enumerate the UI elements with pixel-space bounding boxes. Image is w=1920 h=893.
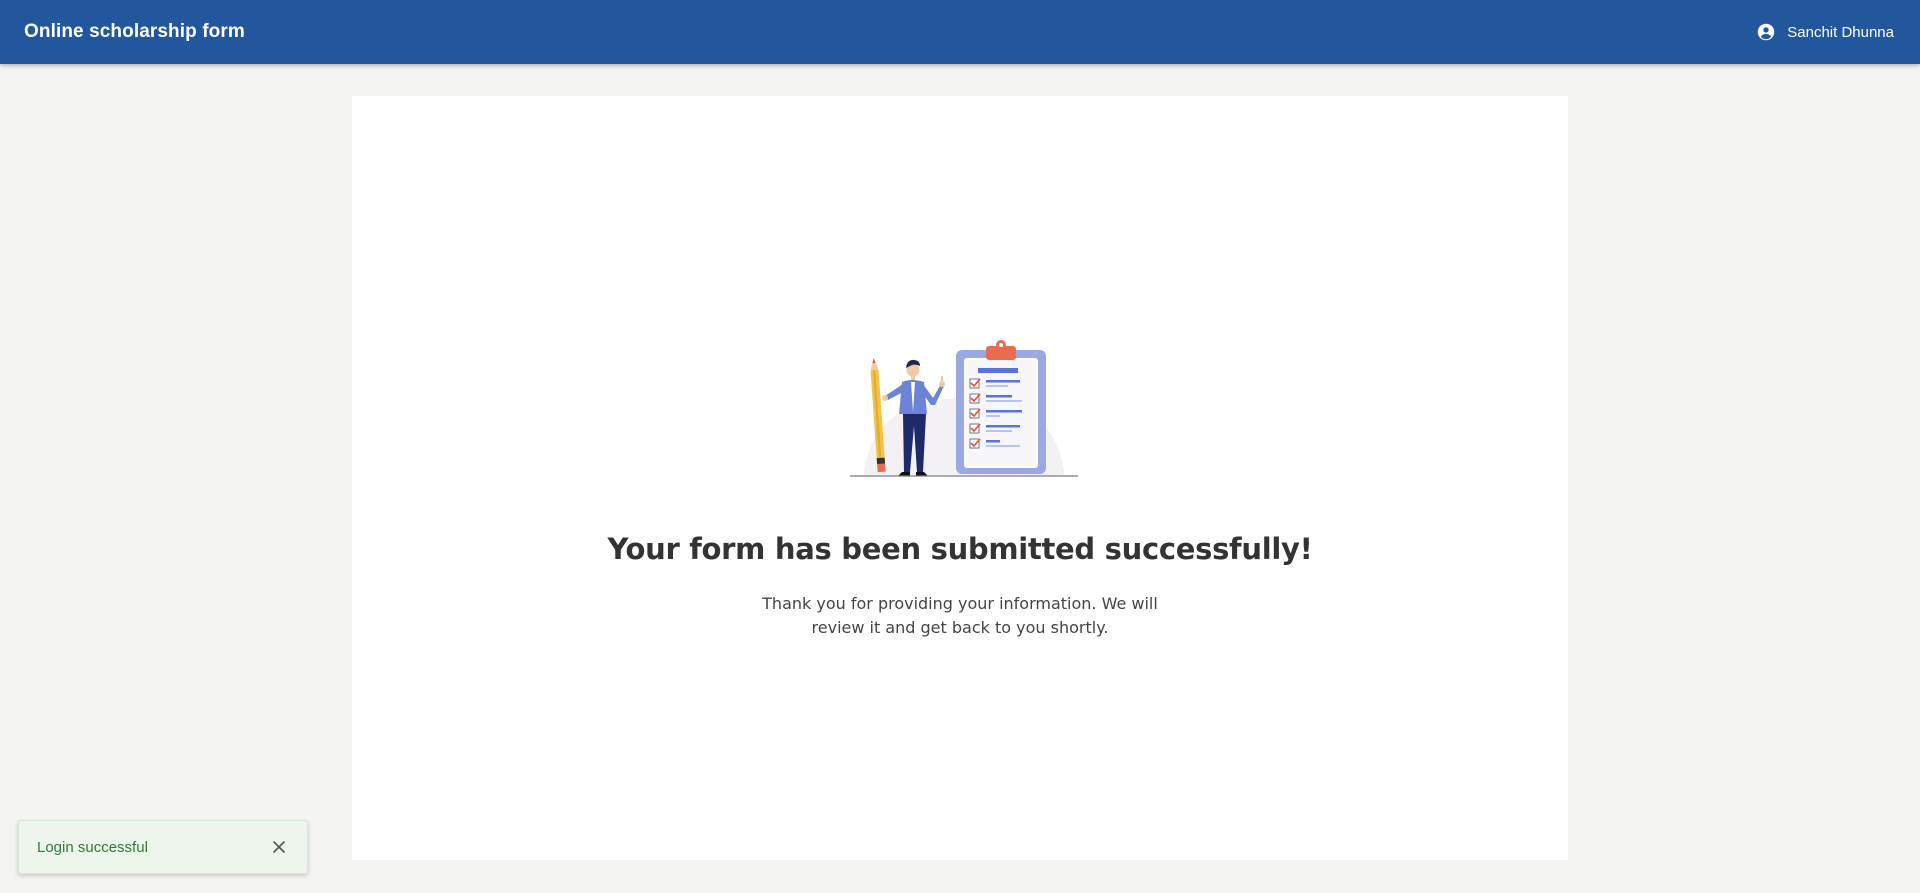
close-icon[interactable] [269,837,289,857]
success-title: Your form has been submitted successfull… [607,532,1313,566]
account-circle-icon [1757,23,1775,41]
user-menu-button[interactable]: Sanchit Dhunna [1757,23,1896,41]
login-success-toast: Login successful [18,820,308,874]
toast-message: Login successful [37,838,148,856]
form-submitted-illustration [850,340,1078,480]
top-app-bar: Online scholarship form Sanchit Dhunna [0,0,1920,64]
success-message: Thank you for providing your information… [762,594,1158,637]
user-name: Sanchit Dhunna [1787,23,1894,41]
app-title: Online scholarship form [24,21,245,42]
confirmation-card: Your form has been submitted successfull… [352,96,1568,860]
